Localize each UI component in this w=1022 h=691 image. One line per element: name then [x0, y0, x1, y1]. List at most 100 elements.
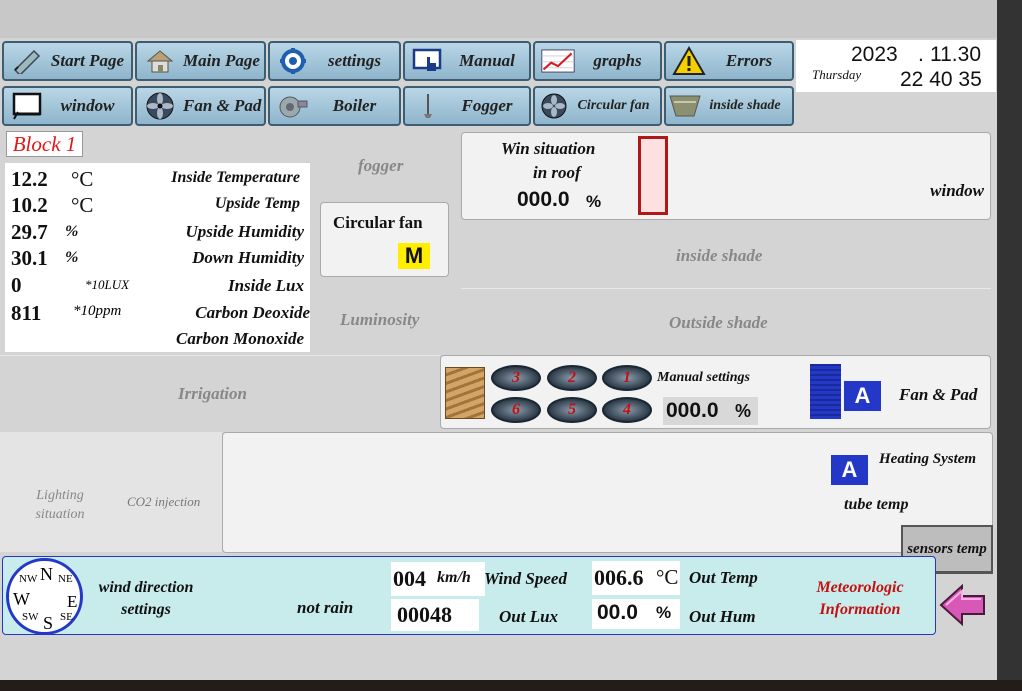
heating-mode-badge[interactable]: A — [831, 455, 868, 485]
fan-pad-panel[interactable]: 3 2 1 6 5 4 Manual settings 000.0 % A Fa… — [440, 355, 991, 429]
fan-pad-mode-badge[interactable]: A — [844, 381, 881, 411]
fan-5[interactable]: 5 — [547, 397, 597, 423]
date-year: 2023 — [851, 43, 898, 66]
nav-manual-button[interactable]: Manual — [403, 41, 531, 81]
warning-icon — [672, 46, 706, 76]
compass-ne: NE — [58, 573, 73, 585]
fan-3[interactable]: 3 — [491, 365, 541, 391]
inside-lux-value: 0 — [11, 273, 22, 297]
nav-label: Manual — [459, 51, 515, 70]
upside-humidity-unit: % — [65, 223, 79, 240]
graph-icon — [541, 46, 575, 76]
fan-1[interactable]: 1 — [602, 365, 652, 391]
fan-2[interactable]: 2 — [547, 365, 597, 391]
window-panel[interactable]: Win situation in roof 000.0 % window — [461, 132, 991, 220]
divider — [0, 355, 440, 356]
compass-sw: SW — [22, 611, 39, 623]
fan-pad-level-bar — [810, 364, 841, 419]
down-humidity-value: 30.1 — [11, 246, 48, 270]
gear-icon — [276, 46, 310, 76]
wind-speed-value: 004 — [393, 566, 426, 591]
back-arrow-button[interactable] — [938, 582, 988, 628]
inside-temp-label: Inside Temperature — [171, 169, 300, 186]
wind-speed-box: 004 km/h — [391, 562, 485, 596]
nav-main-page-button[interactable]: Main Page — [135, 41, 266, 81]
nav-circular-fan-button[interactable]: Circular fan — [533, 86, 662, 126]
fogger-icon — [411, 91, 445, 121]
nav-fan-pad-button[interactable]: Fan & Pad — [135, 86, 266, 126]
inside-lux-unit: *10LUX — [85, 277, 130, 292]
date-weekday: Thursday — [812, 67, 862, 82]
heating-panel[interactable]: A Heating System tube temp — [222, 432, 993, 553]
out-temp-unit: °C — [656, 565, 679, 589]
date-month-day: 11.30 — [930, 43, 981, 66]
window-level-bar — [638, 136, 668, 215]
inside-temp-unit: °C — [71, 167, 94, 191]
heating-system-label: Heating System — [879, 451, 977, 467]
wind-direction-label[interactable]: wind direction settings — [87, 577, 205, 621]
nav-label: Fogger — [461, 96, 513, 115]
circular-fan-icon — [537, 91, 571, 121]
nav-window-button[interactable]: window — [2, 86, 133, 126]
fan-4[interactable]: 4 — [602, 397, 652, 423]
compass-se: SE — [60, 611, 73, 623]
boiler-icon — [276, 91, 310, 121]
cooling-pad-icon — [445, 367, 485, 419]
datetime-display: 2023 . 11.30 Thursday 22 40 35 — [796, 40, 996, 92]
fan-icon — [143, 91, 177, 121]
nav-start-page-button[interactable]: Start Page — [2, 41, 133, 81]
window-percent-unit: % — [586, 192, 602, 211]
nav-inside-shade-button[interactable]: inside shade — [664, 86, 794, 126]
win-situation-label: Win situation — [501, 139, 596, 158]
home-icon — [143, 46, 177, 76]
nav-graphs-button[interactable]: graphs — [533, 41, 662, 81]
pencil-icon — [10, 46, 44, 76]
block-title: Block 1 — [6, 131, 83, 157]
lighting-situation-label: Lighting situation — [35, 488, 85, 522]
out-hum-value: 00.0 — [597, 601, 638, 624]
meteo-title: Meteorologic Information — [816, 579, 904, 618]
win-roof-label: in roof — [533, 163, 581, 182]
nav-errors-button[interactable]: Errors — [664, 41, 794, 81]
co-label: Carbon Monoxide — [176, 329, 304, 348]
nav-fogger-button[interactable]: Fogger — [403, 86, 531, 126]
out-temp-value: 006.6 — [594, 565, 644, 590]
back-arrow-icon — [939, 583, 985, 627]
co2-value: 811 — [11, 301, 42, 325]
meteo-panel: N NW NE W E SW S SE wind direction setti… — [2, 556, 936, 635]
wind-compass[interactable]: N NW NE W E SW S SE — [6, 558, 83, 635]
upside-humidity-label: Upside Humidity — [185, 222, 304, 241]
compass-nw: NW — [19, 573, 38, 585]
inside-shade-label: inside shade — [676, 246, 763, 265]
nav-label: Main Page — [183, 51, 260, 70]
nav-settings-button[interactable]: settings — [268, 41, 401, 81]
hand-pointer-icon — [411, 46, 445, 76]
hmi-screen: Start Page Main Page settings Manual gra… — [0, 0, 997, 680]
wind-speed-label: Wind Speed — [484, 569, 567, 588]
manual-settings-label: Manual settings — [657, 370, 750, 385]
irrigation-label: Irrigation — [178, 384, 247, 403]
nav-label: window — [60, 96, 115, 115]
circular-fan-panel[interactable]: Circular fan M — [320, 202, 449, 277]
out-lux-label: Out Lux — [499, 607, 559, 626]
fan-6[interactable]: 6 — [491, 397, 541, 423]
monitor-edge — [997, 0, 1022, 691]
time-display: 22 40 35 — [900, 68, 982, 91]
down-humidity-unit: % — [65, 249, 79, 266]
compass-e: E — [67, 592, 78, 611]
out-lux-value: 00048 — [397, 602, 452, 627]
divider — [461, 288, 991, 289]
window-label: window — [930, 181, 984, 200]
out-temp-label: Out Temp — [689, 568, 758, 587]
nav-boiler-button[interactable]: Boiler — [268, 86, 401, 126]
co2-label: Carbon Deoxide — [195, 303, 310, 322]
co2-unit: *10ppm — [73, 303, 122, 319]
down-humidity-label: Down Humidity — [192, 248, 304, 267]
nav-label: settings — [328, 51, 381, 70]
nav-label: inside shade — [709, 98, 781, 113]
upside-temp-label: Upside Temp — [214, 195, 300, 212]
window-percent-value: 000.0 — [517, 188, 570, 211]
circular-fan-mode-badge[interactable]: M — [398, 243, 430, 269]
tube-temp-label: tube temp — [844, 496, 909, 513]
compass-s: S — [43, 613, 54, 633]
